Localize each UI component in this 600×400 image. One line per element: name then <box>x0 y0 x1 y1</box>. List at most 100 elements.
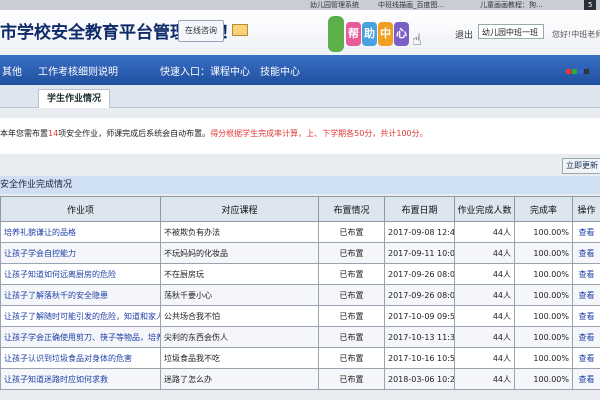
nav-item-other[interactable]: 其他 <box>2 63 22 78</box>
table-row: 让孩子知道如何远离厨房的危险不在厨房玩已布置2017-09-26 08:02:3… <box>0 263 600 285</box>
date-cell: 2017-09-11 10:07:1 <box>384 242 455 264</box>
course-cell: 迷路了怎么办 <box>160 368 319 390</box>
notice-panel: 本年您需布置14项安全作业，师课完成后系统会自动布置。得分根据学生完成率计算，上… <box>0 118 600 154</box>
main-nav: 其他 工作考核细则说明 快速入口：课程中心 技能中心 <box>0 55 600 85</box>
status-cell: 已布置 <box>318 242 385 264</box>
date-cell: 2017-09-08 12:49:0 <box>384 221 455 243</box>
completion-rate-cell: 100.00% <box>514 347 573 369</box>
status-cell: 已布置 <box>318 263 385 285</box>
status-cell: 已布置 <box>318 368 385 390</box>
help-letter: 帮 <box>346 22 361 46</box>
homework-item-link[interactable]: 让孩子了解落秋千的安全隐患 <box>0 284 161 306</box>
completion-rate-cell: 100.00% <box>514 368 573 390</box>
view-link[interactable]: 查看 <box>572 284 600 306</box>
completion-rate-cell: 100.00% <box>514 242 573 264</box>
notice-text: 本年您需布置14项安全作业，师课完成后系统会自动布置。得分根据学生完成率计算，上… <box>0 128 428 139</box>
col-header: 完成率 <box>514 196 573 222</box>
color-dot-icon[interactable] <box>584 69 589 74</box>
course-cell: 荡秋千要小心 <box>160 284 319 306</box>
table-row: 让孩子认识到垃圾食品对身体的危害 垃圾食品我不吃 已布置 2017-10-16 10:… <box>0 347 600 369</box>
date-cell: 2017-10-09 09:52:3 <box>384 305 455 327</box>
col-header: 操作 <box>572 196 600 222</box>
completed-count-cell: 44人 <box>454 284 515 306</box>
sub-tab-bar: 学生作业情况 <box>0 85 600 108</box>
homework-item-link[interactable]: 让孩子学会正确使用剪刀、筷子等物品，培养好 <box>0 326 161 348</box>
status-cell: 已布置 <box>318 326 385 348</box>
homework-item-link[interactable]: 培养礼貌谦让的品格 <box>0 221 161 243</box>
homework-item-link[interactable]: 让孩子知道如何远离厨房的危险 <box>0 263 161 285</box>
browser-tabstrip: 幼儿园管理系统 中班线描画_百度图... 儿童画画教程：狗... 5 <box>0 0 600 10</box>
view-link[interactable]: 查看 <box>572 368 600 390</box>
completed-count-cell: 44人 <box>454 305 515 327</box>
date-cell: 2017-10-16 10:57:2 <box>384 347 455 369</box>
course-cell: 不玩妈妈的化妆品 <box>160 242 319 264</box>
browser-tab-dog-tutorial[interactable]: 儿童画画教程：狗... <box>480 0 543 10</box>
col-header: 布置情况 <box>318 196 385 222</box>
help-center-logo[interactable]: 帮助中心 <box>346 22 410 46</box>
homework-item-link[interactable]: 让孩子了解随时可能引发的危险，知道和家人走失 <box>0 305 161 327</box>
page-header: 市学校安全教育平台管理系统！ 在线咨询 帮助中心 ☝ 退出 幼儿园中班一班 您好… <box>0 10 600 55</box>
completion-rate-cell: 100.00% <box>514 284 573 306</box>
status-cell: 已布置 <box>318 347 385 369</box>
view-link[interactable]: 查看 <box>572 221 600 243</box>
col-header: 作业完成人数 <box>454 196 515 222</box>
course-cell: 尖利的东西会伤人 <box>160 326 319 348</box>
homework-item-link[interactable]: 让孩子认识到垃圾食品对身体的危害 <box>0 347 161 369</box>
view-link[interactable]: 查看 <box>572 347 600 369</box>
date-cell: 2018-03-06 10:28:1 <box>384 368 455 390</box>
online-consult-button[interactable]: 在线咨询 <box>178 20 224 42</box>
tab-student-homework[interactable]: 学生作业情况 <box>38 89 111 108</box>
help-letter: 心 <box>394 22 409 46</box>
mascot-icon <box>328 16 344 52</box>
homework-item-link[interactable]: 让孩子学会自控能力 <box>0 242 161 264</box>
nav-quick-entry[interactable]: 快速入口：课程中心 技能中心 <box>160 63 300 78</box>
nav-item-assessment-rules[interactable]: 工作考核细则说明 <box>38 63 118 78</box>
mail-icon[interactable] <box>232 24 248 36</box>
logout-link[interactable]: 退出 <box>455 28 473 41</box>
col-header: 作业项 <box>0 196 161 222</box>
completed-count-cell: 44人 <box>454 242 515 264</box>
table-row: 让孩子知道迷路时应如何求救迷路了怎么办已布置2018-03-06 10:28:1… <box>0 368 600 390</box>
color-dot-icon[interactable] <box>572 69 577 74</box>
theme-color-dots[interactable] <box>566 67 590 77</box>
view-link[interactable]: 查看 <box>572 242 600 264</box>
table-header-row: 作业项 对应课程 布置情况 布置日期 作业完成人数 完成率 操作 <box>0 196 600 222</box>
browser-tab-baidu[interactable]: 中班线描画_百度图... <box>378 0 444 10</box>
status-cell: 已布置 <box>318 305 385 327</box>
kindergarten-select[interactable]: 幼儿园中班一班 <box>478 24 544 39</box>
table-row: 培养礼貌谦让的品格不被欺负有办法已布置2017-09-08 12:49:044人… <box>0 221 600 243</box>
course-cell: 垃圾食品我不吃 <box>160 347 319 369</box>
completed-count-cell: 44人 <box>454 263 515 285</box>
refresh-now-button[interactable]: 立即更新 <box>562 158 600 174</box>
view-link[interactable]: 查看 <box>572 305 600 327</box>
completed-count-cell: 44人 <box>454 347 515 369</box>
pointer-hand-icon: ☝ <box>412 30 422 49</box>
browser-tab-count[interactable]: 5 <box>584 0 597 10</box>
notice-count: 14 <box>48 129 59 138</box>
date-cell: 2017-09-26 08:02:3 <box>384 284 455 306</box>
status-cell: 已布置 <box>318 284 385 306</box>
help-letter: 助 <box>362 22 377 46</box>
table-row: 让孩子学会自控能力不玩妈妈的化妆品已布置2017-09-11 10:07:144… <box>0 242 600 264</box>
homework-item-link[interactable]: 让孩子知道迷路时应如何求救 <box>0 368 161 390</box>
homework-table: 作业项 对应课程 布置情况 布置日期 作业完成人数 完成率 操作 培养礼貌谦让的… <box>0 196 600 390</box>
help-letter: 中 <box>378 22 393 46</box>
notice-prefix: 本年您需布置 <box>0 129 48 138</box>
color-dot-icon[interactable] <box>566 69 571 74</box>
view-link[interactable]: 查看 <box>572 263 600 285</box>
notice-middle: 项安全作业，师课完成后系统会自动布置。 <box>58 129 211 138</box>
completion-rate-cell: 100.00% <box>514 326 573 348</box>
color-dot-icon[interactable] <box>578 69 583 74</box>
col-header: 布置日期 <box>384 196 455 222</box>
course-cell: 不在厨房玩 <box>160 263 319 285</box>
browser-tab-system[interactable]: 幼儿园管理系统 <box>310 0 359 10</box>
completed-count-cell: 44人 <box>454 368 515 390</box>
view-link[interactable]: 查看 <box>572 326 600 348</box>
col-header: 对应课程 <box>160 196 319 222</box>
completion-rate-cell: 100.00% <box>514 221 573 243</box>
course-cell: 公共场合我不怕 <box>160 305 319 327</box>
completed-count-cell: 44人 <box>454 221 515 243</box>
completion-rate-cell: 100.00% <box>514 263 573 285</box>
table-row: 让孩子学会正确使用剪刀、筷子等物品，培养好 尖利的东西会伤人 已布置 2017-10-… <box>0 326 600 348</box>
date-cell: 2017-10-13 11:30:0 <box>384 326 455 348</box>
